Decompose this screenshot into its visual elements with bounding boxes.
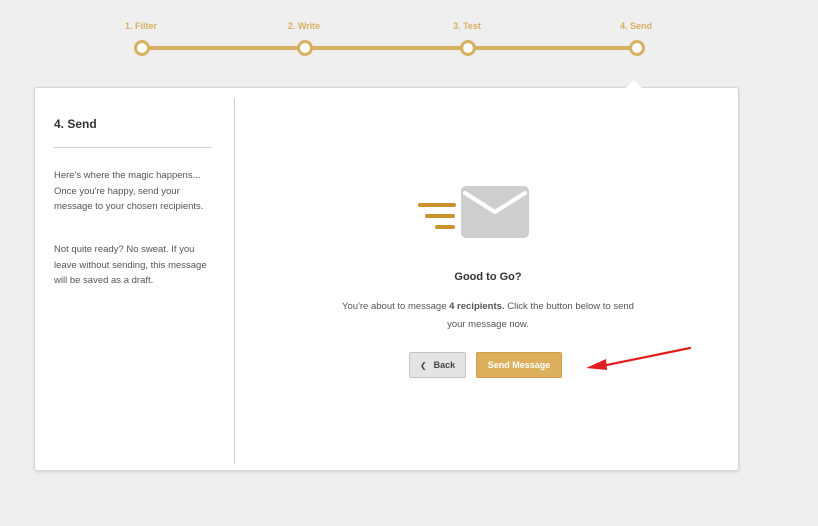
step-label: 4. Send	[619, 21, 652, 31]
main-content: Good to Go? You're about to message 4 re…	[236, 88, 738, 470]
progress-stepper: 1. Filter 2. Write 3. Test 4. Send	[0, 0, 818, 70]
speed-line	[425, 214, 455, 218]
back-button-label: Back	[433, 360, 456, 370]
confirm-description: You're about to message 4 recipients. Cl…	[333, 298, 643, 334]
recipient-count: 4 recipients.	[449, 301, 505, 312]
chevron-left-icon: ❮	[419, 360, 427, 370]
send-panel: 4. Send Here's where the magic happens..…	[34, 87, 739, 471]
speed-line	[418, 203, 456, 207]
step-dot	[629, 40, 645, 56]
step-dot	[297, 40, 313, 56]
sidebar: 4. Send Here's where the magic happens..…	[35, 88, 235, 470]
sidebar-divider	[54, 147, 212, 148]
red-arrow-icon	[586, 346, 692, 370]
column-divider	[234, 98, 235, 464]
sidebar-title: 4. Send	[54, 117, 97, 131]
step-label: 2. Write	[287, 21, 321, 31]
step-dot	[134, 40, 150, 56]
envelope-body	[461, 186, 529, 238]
progress-track	[141, 46, 636, 50]
send-message-button[interactable]: Send Message	[476, 352, 562, 378]
sidebar-help-text: Here's where the magic happens... Once y…	[54, 170, 204, 212]
confirm-title: Good to Go?	[454, 271, 522, 283]
envelope-icon	[416, 184, 531, 242]
back-button[interactable]: ❮ Back	[409, 352, 466, 378]
step-dot	[460, 40, 476, 56]
step-label: 1. Filter	[124, 21, 157, 31]
envelope-flap	[463, 191, 527, 214]
sidebar-draft-note: Not quite ready? No sweat. If you leave …	[54, 244, 207, 286]
step-label: 3. Test	[453, 21, 481, 31]
send-button-label: Send Message	[487, 360, 551, 370]
card-pointer	[626, 80, 642, 88]
desc-prefix: You're about to message	[342, 301, 450, 312]
speed-line	[435, 225, 455, 229]
